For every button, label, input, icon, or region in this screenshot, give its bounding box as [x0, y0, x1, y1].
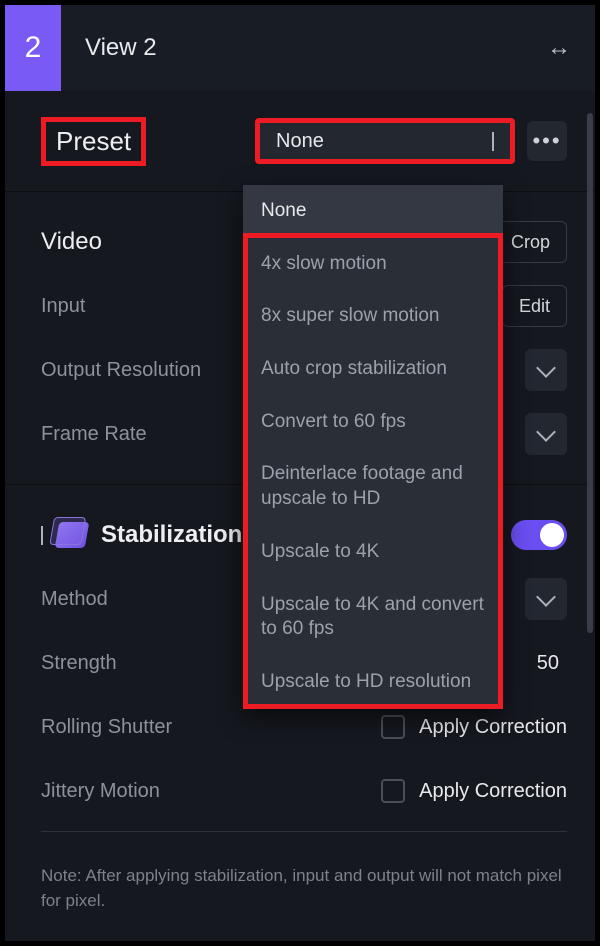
video-heading: Video	[41, 228, 102, 256]
scrollbar[interactable]	[587, 113, 593, 633]
jittery-motion-label: Jittery Motion	[41, 780, 160, 803]
preset-label-highlight: Preset	[41, 117, 146, 166]
jittery-motion-apply-label: Apply Correction	[419, 780, 567, 803]
preset-label: Preset	[56, 126, 131, 156]
rolling-shutter-label: Rolling Shutter	[41, 716, 172, 739]
method-select[interactable]	[525, 578, 567, 620]
preset-option-upscale-4k-60fps[interactable]: Upscale to 4K and convert to 60 fps	[243, 579, 503, 656]
preset-option-deinterlace-upscale-hd[interactable]: Deinterlace footage and upscale to HD	[243, 448, 503, 525]
preset-dropdown[interactable]: None 4x slow motion 8x super slow motion…	[243, 185, 503, 709]
frame-rate-select[interactable]	[525, 413, 567, 455]
divider	[41, 831, 567, 832]
chevron-down-icon	[492, 132, 494, 150]
chevron-down-icon	[536, 358, 556, 378]
expand-horizontal-icon[interactable]: ↔	[547, 34, 571, 62]
method-label: Method	[41, 588, 108, 611]
view-index-badge: 2	[5, 5, 61, 91]
preset-option-8x-super-slow-motion[interactable]: 8x super slow motion	[243, 290, 503, 343]
preset-option-convert-60fps[interactable]: Convert to 60 fps	[243, 396, 503, 449]
preset-more-button[interactable]: •••	[527, 121, 567, 161]
preset-select[interactable]: None	[255, 118, 515, 164]
stabilization-heading: Stabilization	[101, 521, 242, 549]
chevron-down-icon	[536, 587, 556, 607]
kebab-icon: •••	[532, 128, 561, 154]
rolling-shutter-checkbox[interactable]	[381, 715, 405, 739]
crop-button[interactable]: Crop	[494, 221, 567, 263]
chevron-down-icon[interactable]	[41, 526, 43, 544]
preset-section: Preset None •••	[5, 91, 595, 191]
input-label: Input	[41, 295, 85, 318]
chevron-down-icon	[536, 422, 556, 442]
preset-option-none[interactable]: None	[243, 185, 503, 238]
output-resolution-label: Output Resolution	[41, 359, 201, 382]
preset-option-upscale-4k[interactable]: Upscale to 4K	[243, 526, 503, 579]
preset-option-upscale-hd[interactable]: Upscale to HD resolution	[243, 656, 503, 709]
output-resolution-select[interactable]	[525, 349, 567, 391]
rolling-shutter-apply-label: Apply Correction	[419, 716, 567, 739]
frame-rate-label: Frame Rate	[41, 423, 147, 446]
strength-label: Strength	[41, 652, 117, 675]
edit-button[interactable]: Edit	[502, 285, 567, 327]
view-header: 2 View 2 ↔	[5, 5, 595, 91]
strength-value: 50	[537, 652, 567, 675]
jittery-motion-checkbox[interactable]	[381, 779, 405, 803]
stabilization-note: Note: After applying stabilization, inpu…	[5, 864, 595, 933]
view-title: View 2	[85, 34, 157, 62]
stabilization-icon	[55, 522, 90, 548]
preset-option-4x-slow-motion[interactable]: 4x slow motion	[243, 238, 503, 291]
preset-select-value: None	[276, 130, 492, 153]
stabilization-toggle[interactable]	[511, 520, 567, 550]
preset-option-auto-crop-stabilization[interactable]: Auto crop stabilization	[243, 343, 503, 396]
